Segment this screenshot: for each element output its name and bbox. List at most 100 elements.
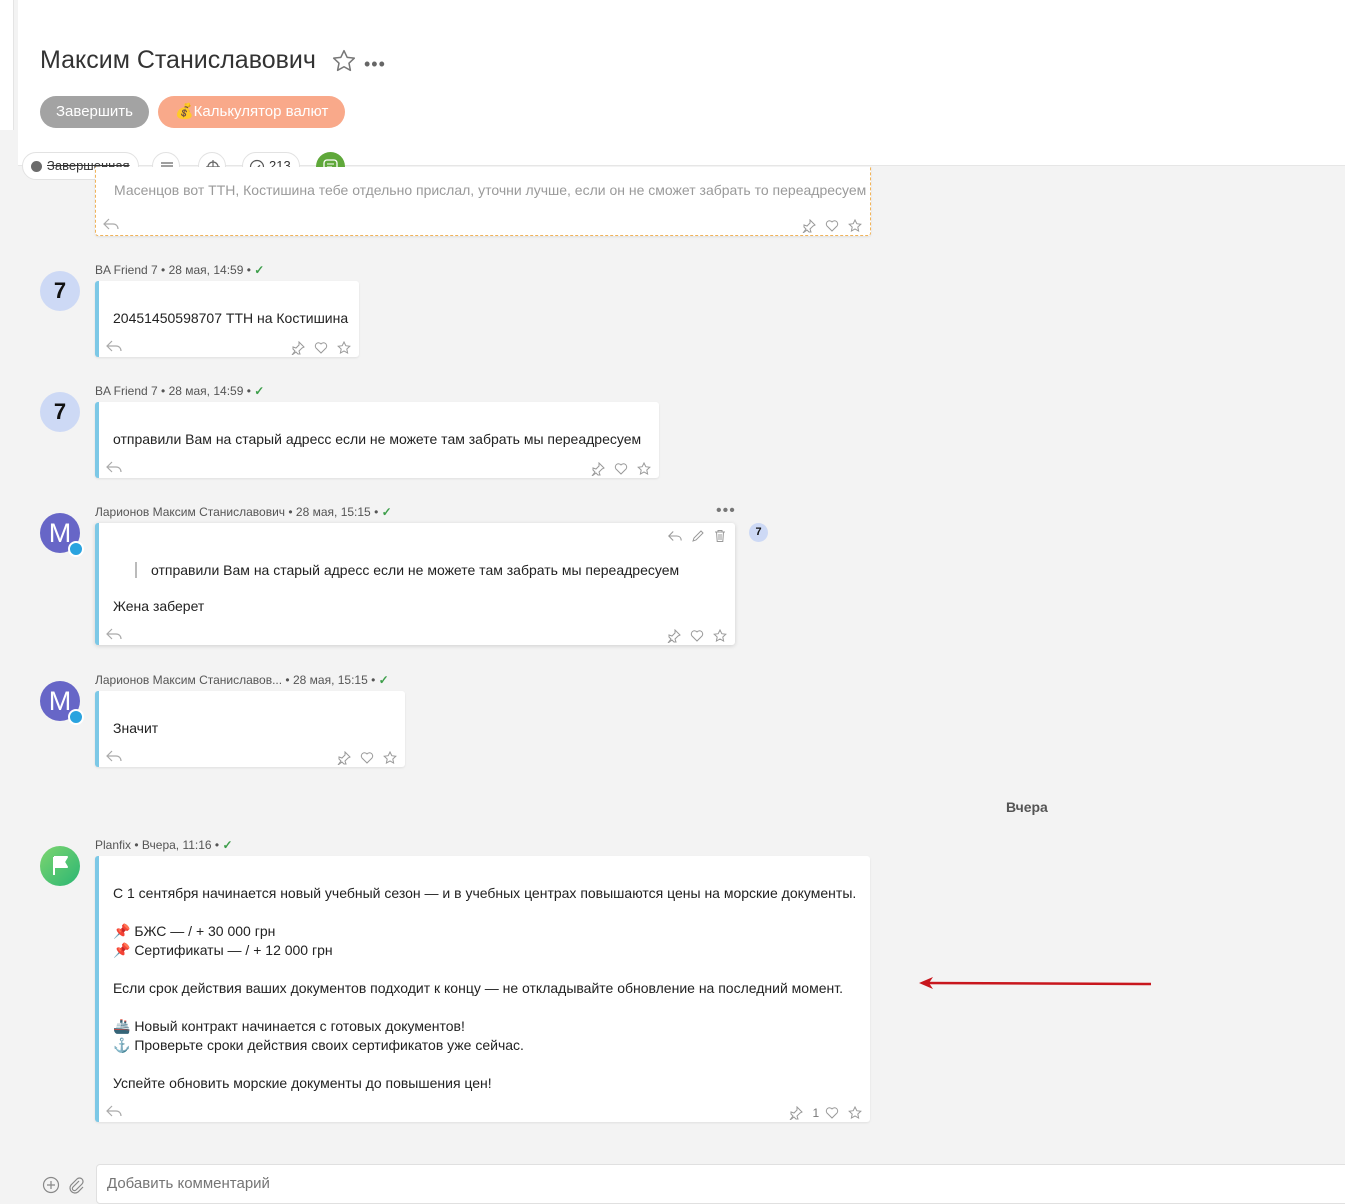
reply-icon[interactable] [105, 460, 123, 474]
comment-actions [586, 460, 651, 477]
star-icon[interactable] [383, 751, 397, 765]
telegram-icon [68, 541, 84, 557]
comment-text: 20451450598707 ТТН на Костишина [113, 310, 349, 326]
avatar[interactable]: 7 [40, 392, 80, 432]
read-check-icon: ✓ [222, 838, 233, 852]
comment-bubble[interactable]: 20451450598707 ТТН на Костишина [95, 281, 359, 357]
comment-quote: отправили Вам на старый адресс если не м… [135, 562, 679, 578]
comment-time: 28 мая, 14:59 [168, 263, 244, 277]
annotation-arrow [919, 977, 1152, 989]
comment-time: Вчера, 11:16 [141, 838, 212, 852]
heart-icon[interactable] [825, 1106, 839, 1120]
comment-text: Жена заберет [113, 598, 205, 614]
comment-author[interactable]: Ларионов Максим Станиславович [95, 505, 285, 519]
heart-icon[interactable] [360, 751, 374, 765]
comment-time: 28 мая, 14:59 [168, 384, 244, 398]
comment-actions [332, 749, 397, 766]
comment-time: 28 мая, 15:15 [295, 505, 371, 519]
reply-icon[interactable] [102, 217, 120, 231]
comment-meta: BA Friend 7 • 28 мая, 14:59 • ✓ [95, 384, 265, 398]
pin-icon[interactable] [802, 219, 817, 234]
reply-icon[interactable] [105, 749, 123, 763]
day-separator: Вчера [1006, 799, 1048, 815]
comment-bubble[interactable]: С 1 сентября начинается новый учебный се… [95, 856, 870, 1122]
pin-icon[interactable] [591, 462, 606, 477]
like-count: 1 [812, 1106, 820, 1121]
comment-input-area [18, 1148, 1345, 1204]
planfix-flag-icon [53, 856, 68, 875]
comment-input[interactable] [107, 1175, 707, 1192]
avatar[interactable] [40, 846, 80, 886]
comment-text: Масенцов вот ТТН, Костишина тебе отдельн… [114, 182, 867, 198]
comment-actions: 1 [784, 1104, 862, 1121]
star-icon[interactable] [848, 219, 862, 233]
pin-icon[interactable] [291, 341, 306, 356]
comment-line: Успейте обновить морские документы до по… [113, 1075, 492, 1091]
comment-edit-actions [663, 529, 727, 546]
more-options-icon[interactable]: ••• [364, 54, 386, 75]
finish-button[interactable]: Завершить [40, 96, 149, 128]
comment-bubble[interactable]: Значит [95, 691, 405, 767]
comment-bubble[interactable]: Масенцов вот ТТН, Костишина тебе отдельн… [95, 167, 871, 236]
comment-input-box [96, 1164, 1345, 1204]
avatar-letter: M [48, 518, 72, 548]
comment-actions [662, 627, 727, 644]
left-sidebar-strip [0, 0, 14, 130]
favorite-star-icon[interactable] [331, 48, 357, 74]
comment-meta: Ларионов Максим Станиславович • 28 мая, … [95, 505, 392, 519]
comment-line: 🚢 Новый контракт начинается с готовых до… [113, 1018, 465, 1034]
heart-icon[interactable] [825, 219, 839, 233]
telegram-icon [68, 709, 84, 725]
comments-feed: Масенцов вот ТТН, Костишина тебе отдельн… [18, 167, 1345, 1147]
comment-line: 📌 Сертификаты — / + 12 000 грн [113, 942, 333, 958]
comment-actions [286, 339, 351, 356]
reply-icon[interactable] [105, 339, 123, 353]
read-check-icon: ✓ [254, 384, 265, 398]
star-icon[interactable] [337, 341, 351, 355]
comment-text: Значит [113, 720, 159, 736]
page-title: Максим Станиславович [40, 46, 316, 74]
reply-icon[interactable] [105, 627, 123, 641]
star-icon[interactable] [637, 462, 651, 476]
currency-calculator-button[interactable]: 💰Калькулятор валют [158, 96, 346, 128]
comment-meta: BA Friend 7 • 28 мая, 14:59 • ✓ [95, 263, 265, 277]
avatar[interactable]: M [40, 513, 84, 557]
read-check-icon: ✓ [381, 505, 392, 519]
read-check-icon: ✓ [378, 673, 389, 687]
comment-line: 📌 БЖС — / + 30 000 грн [113, 923, 276, 939]
add-icon[interactable] [42, 1176, 60, 1194]
attachment-icon[interactable] [68, 1176, 84, 1194]
star-icon[interactable] [848, 1106, 862, 1120]
trash-icon[interactable] [713, 529, 727, 543]
reply-icon[interactable] [105, 1104, 123, 1118]
comment-meta: Planfix • Вчера, 11:16 • ✓ [95, 838, 233, 852]
comment-author[interactable]: Ларионов Максим Станиславов... [95, 673, 282, 687]
avatar-letter: M [48, 686, 72, 716]
comment-time: 28 мая, 15:15 [292, 673, 368, 687]
heart-icon[interactable] [614, 462, 628, 476]
comment-text: отправили Вам на старый адресс если не м… [113, 431, 642, 447]
heart-icon[interactable] [690, 629, 704, 643]
pin-icon[interactable] [667, 629, 682, 644]
edit-pencil-icon[interactable] [691, 529, 705, 543]
heart-icon[interactable] [314, 341, 328, 355]
comment-bubble[interactable]: отправили Вам на старый адресс если не м… [95, 402, 659, 478]
comment-line: Если срок действия ваших документов подх… [113, 980, 843, 996]
comment-author[interactable]: Planfix [95, 838, 131, 852]
reply-icon[interactable] [667, 529, 683, 543]
comment-line: С 1 сентября начинается новый учебный се… [113, 885, 857, 901]
pin-icon[interactable] [789, 1106, 803, 1121]
star-icon[interactable] [713, 629, 727, 643]
avatar[interactable]: M [40, 681, 84, 725]
comment-author[interactable]: BA Friend 7 [95, 384, 158, 398]
comment-more-icon[interactable]: ••• [716, 502, 736, 520]
avatar[interactable]: 7 [40, 271, 80, 311]
pin-icon[interactable] [337, 751, 352, 766]
comment-author[interactable]: BA Friend 7 [95, 263, 158, 277]
task-header: Максим Станиславович ••• Завершить 💰Каль… [18, 0, 1345, 166]
participant-badge[interactable]: 7 [749, 523, 768, 542]
read-check-icon: ✓ [254, 263, 265, 277]
comment-bubble[interactable]: отправили Вам на старый адресс если не м… [95, 523, 735, 645]
comment-actions [797, 217, 862, 234]
comment-meta: Ларионов Максим Станиславов... • 28 мая,… [95, 673, 389, 687]
